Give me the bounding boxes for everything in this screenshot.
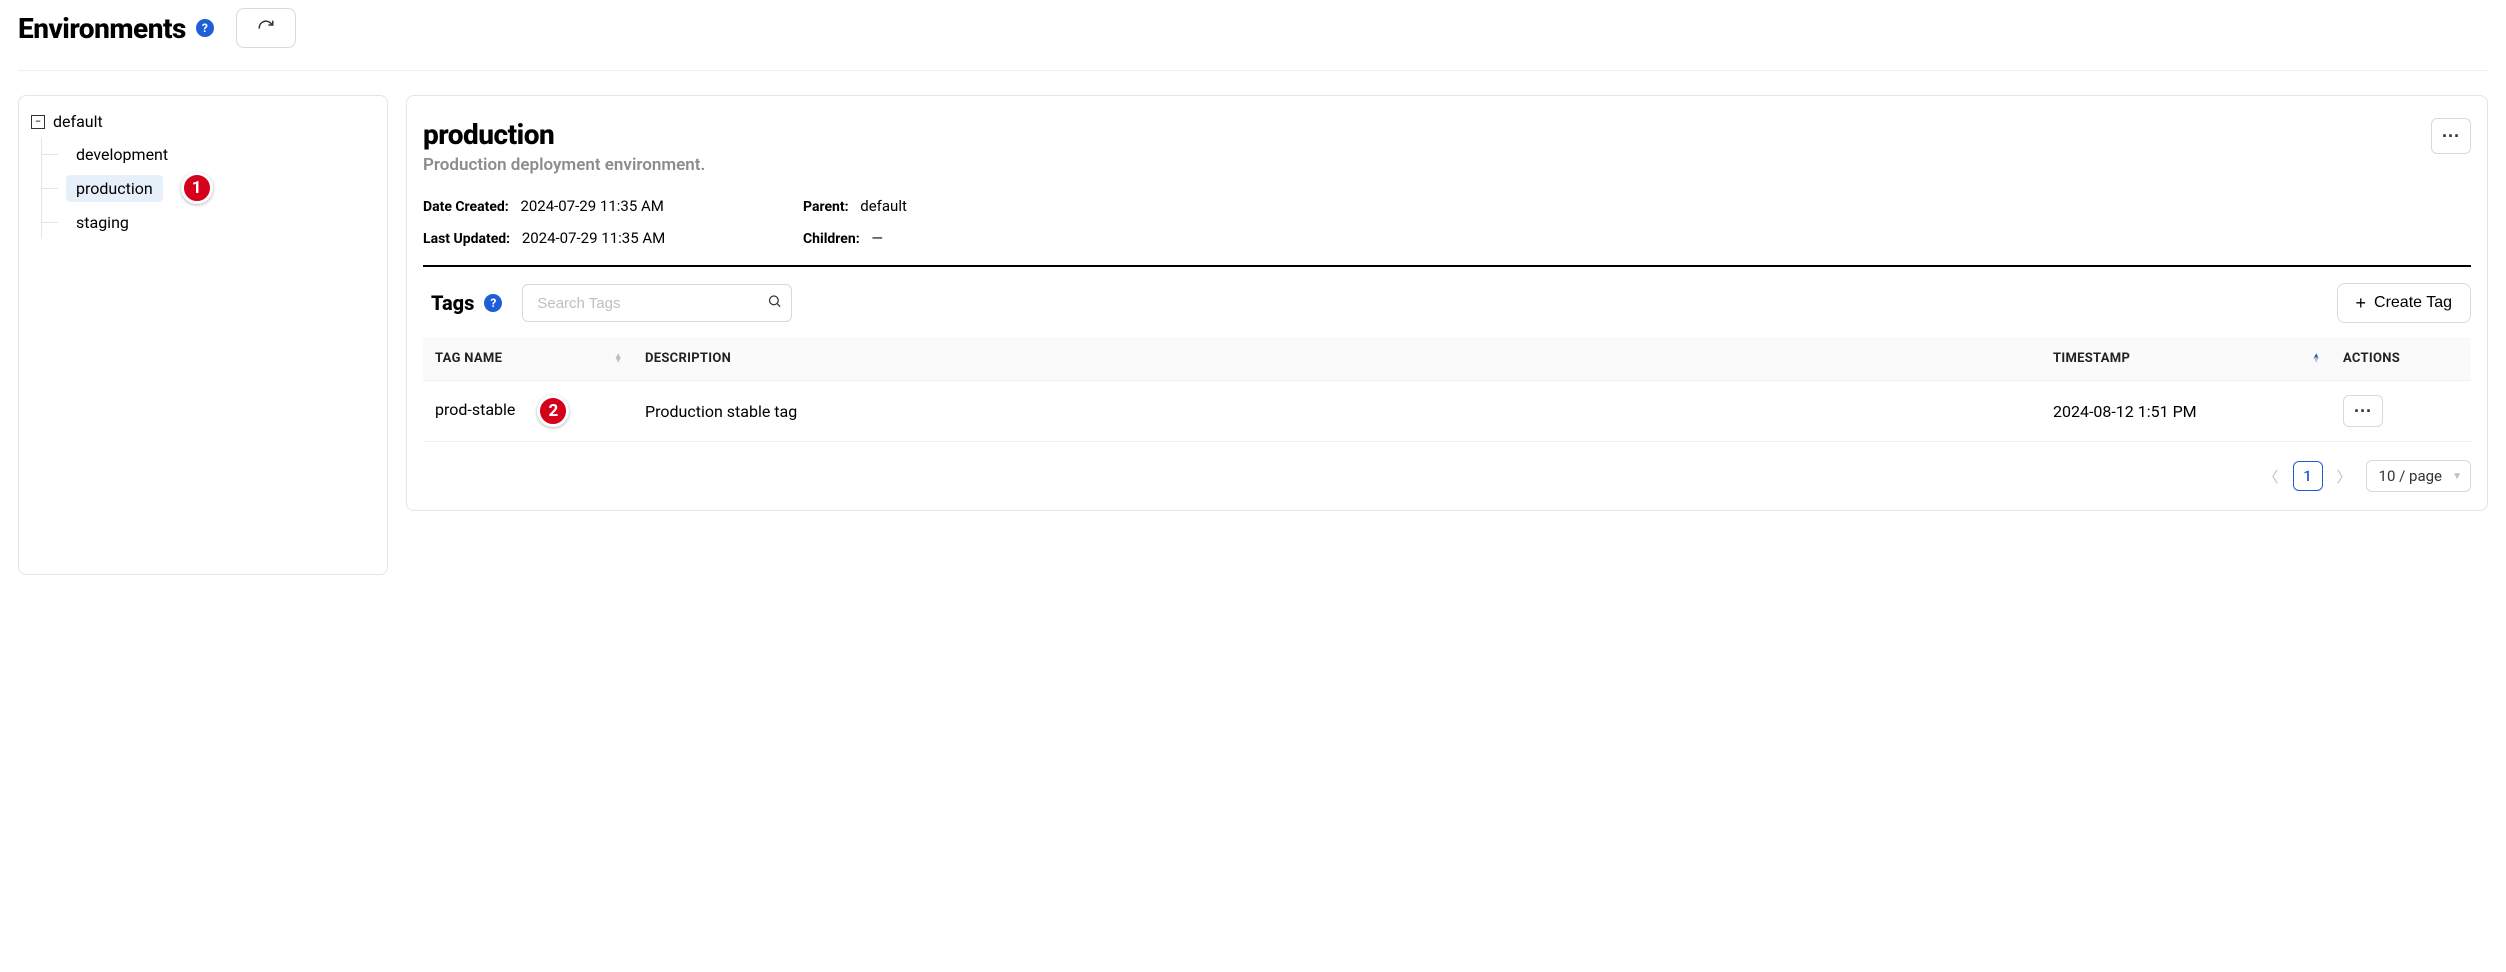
meta-children: Children: — xyxy=(803,229,2471,247)
page-size-select[interactable]: 10 / page ▼ xyxy=(2366,460,2471,492)
tree-item-production[interactable]: production xyxy=(66,175,163,202)
tag-timestamp-cell: 2024-08-12 1:51 PM xyxy=(2041,381,2331,442)
callout-marker-1: 1 xyxy=(181,172,213,204)
column-actions: ACTIONS xyxy=(2331,337,2471,381)
page-header: Environments ? xyxy=(18,8,2488,71)
create-tag-label: Create Tag xyxy=(2374,294,2452,312)
page-number-1[interactable]: 1 xyxy=(2293,461,2323,491)
page-title: Environments xyxy=(18,12,186,45)
more-icon: ··· xyxy=(2354,401,2372,422)
column-timestamp[interactable]: TIMESTAMP ▲▼ xyxy=(2041,337,2331,381)
tree-item-development[interactable]: development xyxy=(66,141,178,168)
environments-tree-panel: − default development production 1 stagi… xyxy=(18,95,388,575)
search-icon xyxy=(767,294,782,313)
tags-help-icon[interactable]: ? xyxy=(484,294,502,312)
pagination: 〈 1 〉 10 / page ▼ xyxy=(423,460,2471,492)
tag-name-cell[interactable]: prod-stable xyxy=(435,400,515,419)
more-icon: ··· xyxy=(2442,126,2460,147)
sort-icon: ▲▼ xyxy=(614,354,623,363)
tree-root-label: default xyxy=(53,112,103,131)
column-tag-name[interactable]: TAG NAME ▲▼ xyxy=(423,337,633,381)
tags-table: TAG NAME ▲▼ DESCRIPTION TIMESTAMP ▲▼ xyxy=(423,337,2471,442)
tags-section-title: Tags xyxy=(431,291,474,315)
meta-date-created-value: 2024-07-29 11:35 AM xyxy=(520,197,663,215)
refresh-icon xyxy=(257,19,275,37)
prev-page-button[interactable]: 〈 xyxy=(2260,466,2283,487)
environment-title: production xyxy=(423,118,705,151)
meta-parent-value: default xyxy=(860,197,907,215)
page-size-label: 10 / page xyxy=(2379,467,2442,485)
meta-date-created: Date Created: 2024-07-29 11:35 AM xyxy=(423,197,803,215)
column-description: DESCRIPTION xyxy=(633,337,2041,381)
callout-marker-2: 2 xyxy=(537,395,569,427)
tag-description-cell: Production stable tag xyxy=(633,381,2041,442)
meta-children-label: Children: xyxy=(803,231,860,247)
meta-children-value: — xyxy=(871,229,883,247)
tag-row-actions-button[interactable]: ··· xyxy=(2343,395,2383,427)
help-icon[interactable]: ? xyxy=(196,19,214,37)
plus-icon: + xyxy=(2356,293,2367,314)
environment-subtitle: Production deployment environment. xyxy=(423,155,705,175)
section-divider xyxy=(423,265,2471,267)
sort-icon: ▲▼ xyxy=(2312,354,2321,363)
environment-detail-panel: production Production deployment environ… xyxy=(406,95,2488,511)
tree-root[interactable]: − default xyxy=(27,110,379,133)
refresh-button[interactable] xyxy=(236,8,296,48)
environment-actions-button[interactable]: ··· xyxy=(2431,118,2471,154)
tree-item-staging[interactable]: staging xyxy=(66,209,139,236)
next-page-button[interactable]: 〉 xyxy=(2333,466,2356,487)
meta-last-updated: Last Updated: 2024-07-29 11:35 AM xyxy=(423,229,803,247)
tree-collapse-icon[interactable]: − xyxy=(31,115,45,129)
meta-parent: Parent: default xyxy=(803,197,2471,215)
chevron-down-icon: ▼ xyxy=(2452,471,2462,482)
meta-last-updated-label: Last Updated: xyxy=(423,231,510,247)
meta-last-updated-value: 2024-07-29 11:35 AM xyxy=(522,229,665,247)
create-tag-button[interactable]: + Create Tag xyxy=(2337,283,2472,323)
tags-search-input[interactable] xyxy=(522,284,792,322)
meta-date-created-label: Date Created: xyxy=(423,199,509,215)
table-row: prod-stable 2 Production stable tag 2024… xyxy=(423,381,2471,442)
meta-parent-label: Parent: xyxy=(803,199,849,215)
